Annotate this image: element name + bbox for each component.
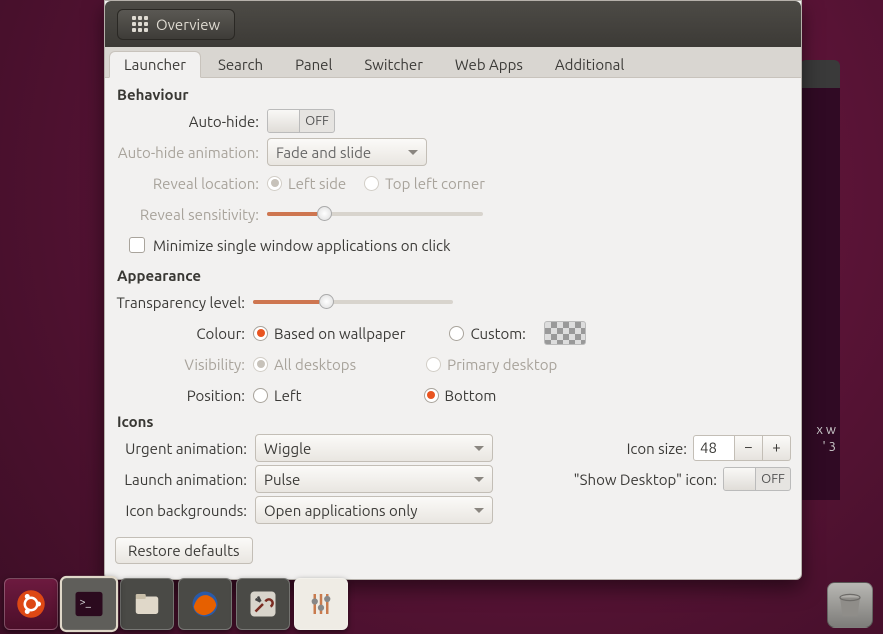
colour-swatch[interactable] — [544, 321, 586, 345]
launcher-ubuntu[interactable] — [4, 578, 58, 630]
sliders-icon — [306, 589, 336, 619]
iconbg-label: Icon backgrounds: — [115, 502, 255, 519]
size-minus[interactable]: − — [735, 435, 763, 461]
colour-custom[interactable]: Custom: — [449, 325, 525, 342]
launcher-firefox[interactable] — [178, 578, 232, 630]
unity-tweak-window: Overview Launcher Search Panel Switcher … — [104, 0, 802, 580]
firefox-icon — [190, 589, 220, 619]
reveal-loc-topleft[interactable]: Top left corner — [364, 175, 485, 192]
transparency-slider[interactable] — [253, 299, 453, 305]
colour-wallpaper[interactable]: Based on wallpaper — [253, 325, 405, 342]
reveal-sens-slider[interactable] — [267, 211, 483, 217]
iconbg-select[interactable]: Open applications only — [255, 496, 493, 524]
tabbar: Launcher Search Panel Switcher Web Apps … — [105, 47, 801, 78]
appearance-heading: Appearance — [117, 267, 791, 284]
trash-bin-icon — [835, 590, 865, 620]
tab-webapps[interactable]: Web Apps — [440, 51, 538, 77]
terminal-text: ' 3 — [823, 440, 836, 454]
terminal-text: x w — [816, 423, 836, 437]
chevron-down-icon — [474, 446, 484, 451]
grid-icon — [132, 16, 148, 32]
overview-label: Overview — [156, 16, 220, 33]
minimize-label: Minimize single window applications on c… — [153, 237, 451, 254]
visibility-label: Visibility: — [115, 356, 253, 373]
terminal-window[interactable]: x w ' 3 — [800, 60, 840, 500]
files-icon — [132, 589, 162, 619]
launcher-unity-tweak[interactable] — [294, 578, 348, 630]
visibility-primary[interactable]: Primary desktop — [426, 356, 557, 373]
tab-search[interactable]: Search — [203, 51, 278, 77]
restore-defaults-button[interactable]: Restore defaults — [115, 537, 253, 564]
chevron-down-icon — [474, 508, 484, 513]
tab-additional[interactable]: Additional — [540, 51, 639, 77]
visibility-all[interactable]: All desktops — [253, 356, 356, 373]
auto-hide-anim-select[interactable]: Fade and slide — [267, 138, 427, 166]
chevron-down-icon — [474, 477, 484, 482]
behaviour-heading: Behaviour — [117, 86, 791, 103]
transparency-label: Transparency level: — [115, 294, 253, 311]
showdesk-toggle[interactable]: OFF — [723, 467, 791, 491]
minimize-checkbox[interactable] — [129, 237, 145, 253]
window-header: Overview — [105, 1, 801, 47]
reveal-sens-label: Reveal sensitivity: — [115, 206, 267, 223]
showdesk-label: "Show Desktop" icon: — [574, 471, 717, 488]
tab-panel[interactable]: Panel — [280, 51, 347, 77]
urgent-select[interactable]: Wiggle — [255, 434, 493, 462]
tab-switcher[interactable]: Switcher — [349, 51, 438, 77]
auto-hide-toggle[interactable]: OFF — [267, 109, 335, 133]
auto-hide-label: Auto-hide: — [115, 113, 267, 130]
trash-icon[interactable] — [827, 582, 873, 628]
ubuntu-icon — [16, 589, 46, 619]
position-label: Position: — [115, 387, 253, 404]
icon-size-spinner[interactable]: 48 − + — [693, 435, 791, 461]
colour-label: Colour: — [115, 325, 253, 342]
launcher-tweaks[interactable] — [236, 578, 290, 630]
launch-select[interactable]: Pulse — [255, 465, 493, 493]
overview-button[interactable]: Overview — [117, 9, 235, 40]
reveal-loc-label: Reveal location: — [115, 175, 267, 192]
auto-hide-anim-label: Auto-hide animation: — [115, 144, 267, 161]
urgent-label: Urgent animation: — [115, 440, 255, 457]
icons-heading: Icons — [117, 413, 791, 430]
icon-size-label: Icon size: — [627, 440, 687, 457]
chevron-down-icon — [408, 150, 418, 155]
launcher-bar: >_ — [4, 578, 348, 630]
position-left[interactable]: Left — [253, 387, 302, 404]
tab-launcher[interactable]: Launcher — [109, 51, 201, 78]
terminal-icon: >_ — [73, 588, 105, 620]
size-plus[interactable]: + — [763, 435, 791, 461]
launcher-terminal[interactable]: >_ — [60, 576, 118, 632]
launcher-files[interactable] — [120, 578, 174, 630]
launch-label: Launch animation: — [115, 471, 255, 488]
tools-icon — [248, 589, 278, 619]
position-bottom[interactable]: Bottom — [424, 387, 497, 404]
svg-text:>_: >_ — [80, 596, 92, 608]
reveal-loc-left[interactable]: Left side — [267, 175, 346, 192]
